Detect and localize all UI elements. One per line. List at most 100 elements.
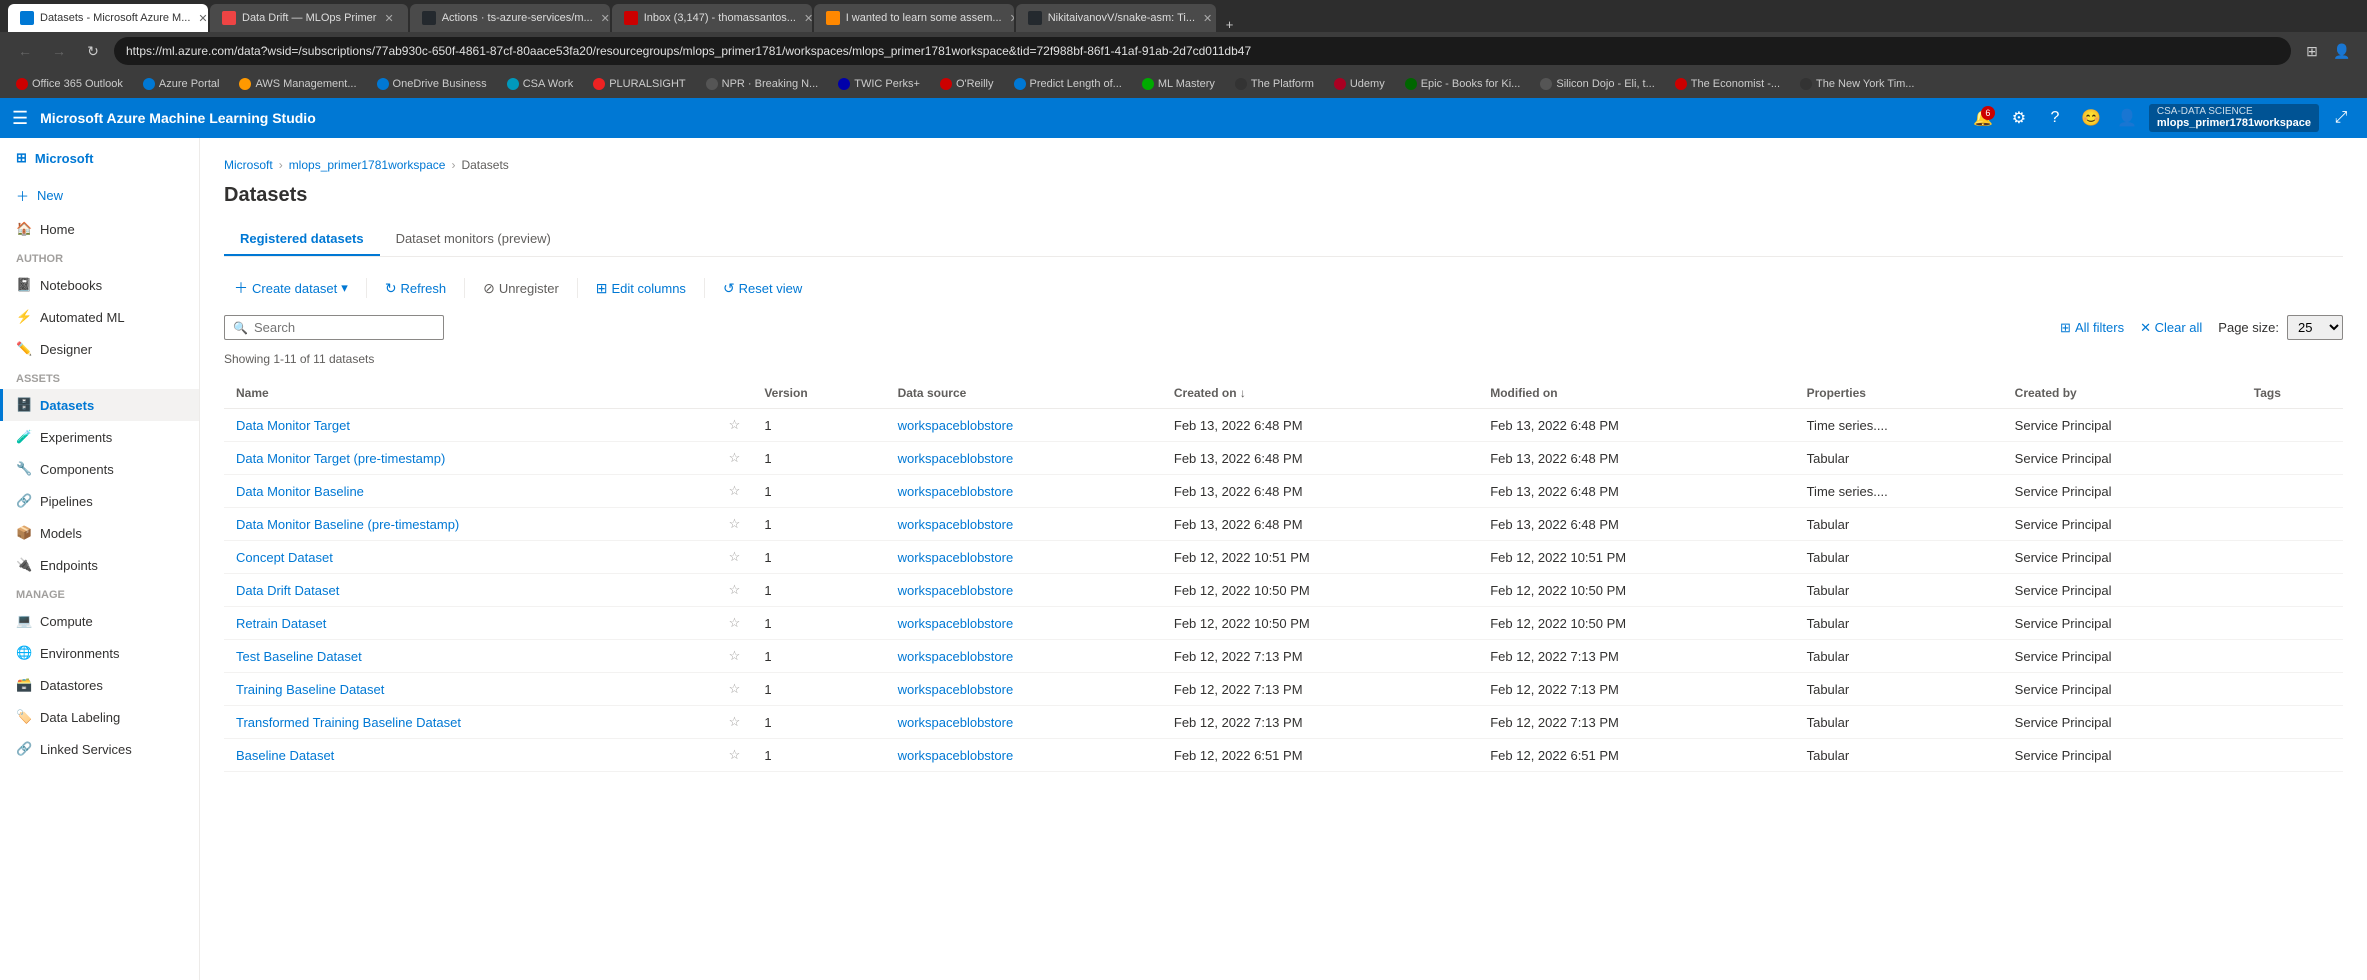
cell-star-10[interactable]: ☆ xyxy=(717,739,753,772)
cell-star-9[interactable]: ☆ xyxy=(717,706,753,739)
cell-datasource-7[interactable]: workspaceblobstore xyxy=(886,640,1162,673)
tab-close-3[interactable]: ✕ xyxy=(802,12,812,25)
all-filters-button[interactable]: ⊞ All filters xyxy=(2060,320,2124,336)
sidebar-item-compute[interactable]: 💻 Compute xyxy=(0,605,199,637)
bookmark-onedrive[interactable]: OneDrive Business xyxy=(369,76,495,92)
bookmark-platform[interactable]: The Platform xyxy=(1227,76,1322,92)
unregister-button[interactable]: ⊘ Unregister xyxy=(473,275,569,302)
col-header-version[interactable]: Version xyxy=(752,378,885,409)
cell-name-9[interactable]: Transformed Training Baseline Dataset xyxy=(224,706,717,739)
col-header-name[interactable]: Name xyxy=(224,378,717,409)
sidebar-item-designer[interactable]: ✏️ Designer xyxy=(0,333,199,365)
cell-star-2[interactable]: ☆ xyxy=(717,475,753,508)
bookmark-csa[interactable]: CSA Work xyxy=(499,76,582,92)
col-header-properties[interactable]: Properties xyxy=(1795,378,2003,409)
cell-star-7[interactable]: ☆ xyxy=(717,640,753,673)
bookmark-epic[interactable]: Epic - Books for Ki... xyxy=(1397,76,1529,92)
tab-registered-datasets[interactable]: Registered datasets xyxy=(224,223,380,256)
cell-datasource-8[interactable]: workspaceblobstore xyxy=(886,673,1162,706)
tab-close-icon[interactable]: ✕ xyxy=(196,12,208,25)
bookmark-oreilly[interactable]: O'Reilly xyxy=(932,76,1002,92)
cell-datasource-3[interactable]: workspaceblobstore xyxy=(886,508,1162,541)
browser-tab-2[interactable]: Actions · ts-azure-services/m... ✕ xyxy=(410,4,610,32)
sidebar-item-datasets[interactable]: 🗄️ Datasets xyxy=(0,389,199,421)
cell-datasource-10[interactable]: workspaceblobstore xyxy=(886,739,1162,772)
cell-datasource-6[interactable]: workspaceblobstore xyxy=(886,607,1162,640)
cell-datasource-0[interactable]: workspaceblobstore xyxy=(886,409,1162,442)
sidebar-item-linked-services[interactable]: 🔗 Linked Services xyxy=(0,733,199,765)
sidebar-item-automated-ml[interactable]: ⚡ Automated ML xyxy=(0,301,199,333)
sidebar-item-endpoints[interactable]: 🔌 Endpoints xyxy=(0,549,199,581)
cell-datasource-1[interactable]: workspaceblobstore xyxy=(886,442,1162,475)
cell-name-7[interactable]: Test Baseline Dataset xyxy=(224,640,717,673)
tab-close-5[interactable]: ✕ xyxy=(1201,12,1214,25)
page-size-select[interactable]: 25 50 100 xyxy=(2287,315,2343,340)
bookmark-nyt[interactable]: The New York Tim... xyxy=(1792,76,1922,92)
forward-button[interactable]: → xyxy=(46,38,72,64)
cell-datasource-4[interactable]: workspaceblobstore xyxy=(886,541,1162,574)
new-tab-button[interactable]: + xyxy=(1218,17,1242,32)
browser-tab-4[interactable]: I wanted to learn some assem... ✕ xyxy=(814,4,1014,32)
help-icon[interactable]: ? xyxy=(2041,104,2069,132)
browser-tab-active[interactable]: Datasets - Microsoft Azure M... ✕ xyxy=(8,4,208,32)
hamburger-icon[interactable]: ☰ xyxy=(12,108,28,129)
expand-icon[interactable]: ⤢ xyxy=(2327,104,2355,132)
profile-button[interactable]: 👤 xyxy=(2329,38,2355,64)
extensions-button[interactable]: ⊞ xyxy=(2299,38,2325,64)
cell-name-3[interactable]: Data Monitor Baseline (pre-timestamp) xyxy=(224,508,717,541)
edit-columns-button[interactable]: ⊞ Edit columns xyxy=(586,275,696,302)
cell-name-5[interactable]: Data Drift Dataset xyxy=(224,574,717,607)
feedback-icon[interactable]: 😊 xyxy=(2077,104,2105,132)
browser-tab-1[interactable]: Data Drift — MLOps Primer ✕ xyxy=(210,4,408,32)
breadcrumb-workspace[interactable]: mlops_primer1781workspace xyxy=(289,158,446,172)
cell-star-6[interactable]: ☆ xyxy=(717,607,753,640)
address-bar[interactable]: https://ml.azure.com/data?wsid=/subscrip… xyxy=(114,37,2291,65)
browser-tab-3[interactable]: Inbox (3,147) - thomassantos... ✕ xyxy=(612,4,812,32)
cell-star-0[interactable]: ☆ xyxy=(717,409,753,442)
cell-star-8[interactable]: ☆ xyxy=(717,673,753,706)
cell-name-6[interactable]: Retrain Dataset xyxy=(224,607,717,640)
bookmark-plural[interactable]: PLURALSIGHT xyxy=(585,76,693,92)
bookmark-aws[interactable]: AWS Management... xyxy=(231,76,364,92)
col-header-tags[interactable]: Tags xyxy=(2242,378,2343,409)
bookmark-economist[interactable]: The Economist -... xyxy=(1667,76,1788,92)
cell-datasource-5[interactable]: workspaceblobstore xyxy=(886,574,1162,607)
cell-name-10[interactable]: Baseline Dataset xyxy=(224,739,717,772)
clear-all-button[interactable]: ✕ Clear all xyxy=(2140,320,2202,336)
cell-name-8[interactable]: Training Baseline Dataset xyxy=(224,673,717,706)
tab-close-2[interactable]: ✕ xyxy=(599,12,610,25)
cell-name-2[interactable]: Data Monitor Baseline xyxy=(224,475,717,508)
create-dataset-button[interactable]: ＋ Create dataset ▾ xyxy=(224,273,358,303)
cell-datasource-9[interactable]: workspaceblobstore xyxy=(886,706,1162,739)
sidebar-item-experiments[interactable]: 🧪 Experiments xyxy=(0,421,199,453)
workspace-badge[interactable]: CSA-DATA SCIENCE mlops_primer1781workspa… xyxy=(2149,104,2319,132)
browser-tab-5[interactable]: NikitaivanovV/snake-asm: Ti... ✕ xyxy=(1016,4,1216,32)
new-button[interactable]: ＋ New xyxy=(0,178,199,213)
sidebar-item-data-labeling[interactable]: 🏷️ Data Labeling xyxy=(0,701,199,733)
bookmark-npr[interactable]: NPR · Breaking N... xyxy=(698,76,827,92)
search-box[interactable]: 🔍 xyxy=(224,315,444,340)
bookmark-azure[interactable]: Azure Portal xyxy=(135,76,228,92)
tab-close-4[interactable]: ✕ xyxy=(1008,12,1014,25)
tab-dataset-monitors[interactable]: Dataset monitors (preview) xyxy=(380,223,567,256)
search-input[interactable] xyxy=(254,320,435,335)
sidebar-item-pipelines[interactable]: 🔗 Pipelines xyxy=(0,485,199,517)
sidebar-item-environments[interactable]: 🌐 Environments xyxy=(0,637,199,669)
col-header-created-by[interactable]: Created by xyxy=(2003,378,2242,409)
cell-name-4[interactable]: Concept Dataset xyxy=(224,541,717,574)
col-header-datasource[interactable]: Data source xyxy=(886,378,1162,409)
user-icon[interactable]: 👤 xyxy=(2113,104,2141,132)
tab-close-1[interactable]: ✕ xyxy=(382,12,395,25)
col-header-created[interactable]: Created on ↓ xyxy=(1162,378,1478,409)
bookmark-silicon[interactable]: Silicon Dojo - Eli, t... xyxy=(1532,76,1662,92)
sidebar-item-models[interactable]: 📦 Models xyxy=(0,517,199,549)
notifications-icon[interactable]: 🔔 6 xyxy=(1969,104,1997,132)
cell-datasource-2[interactable]: workspaceblobstore xyxy=(886,475,1162,508)
settings-icon[interactable]: ⚙ xyxy=(2005,104,2033,132)
col-header-modified[interactable]: Modified on xyxy=(1478,378,1794,409)
refresh-button[interactable]: ↻ Refresh xyxy=(375,275,456,302)
bookmark-mlmastery[interactable]: ML Mastery xyxy=(1134,76,1223,92)
back-button[interactable]: ← xyxy=(12,38,38,64)
cell-name-1[interactable]: Data Monitor Target (pre-timestamp) xyxy=(224,442,717,475)
sidebar-item-home[interactable]: 🏠 Home xyxy=(0,213,199,245)
